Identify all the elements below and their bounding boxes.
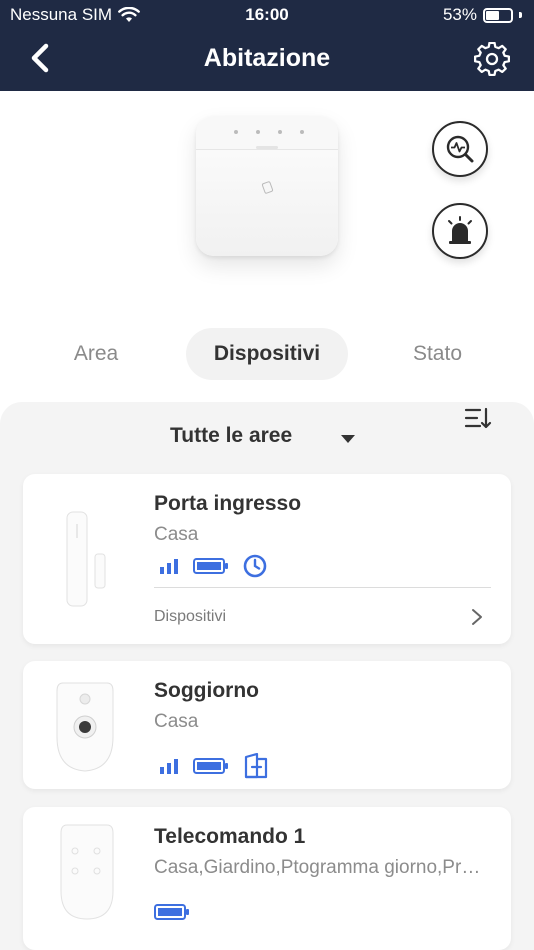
device-name: Soggiorno: [154, 679, 259, 702]
battery-icon: [193, 758, 228, 774]
battery-status: 53%: [443, 5, 522, 25]
tab-stato[interactable]: Stato: [390, 328, 485, 380]
device-area: Casa,Giardino,Ptogramma giorno,Programma…: [154, 857, 484, 878]
door-contact-sensor-image: [66, 511, 106, 607]
area-filter-label[interactable]: Tutte le aree: [170, 424, 292, 448]
battery-icon: [154, 904, 189, 920]
tab-dispositivi[interactable]: Dispositivi: [186, 328, 348, 380]
device-card-telecomando-1[interactable]: Telecomando 1 Casa,Giardino,Ptogramma gi…: [23, 807, 511, 950]
status-bar: Nessuna SIM 16:00 53%: [0, 0, 534, 30]
signal-icon: [160, 559, 178, 574]
signal-icon: [160, 759, 178, 774]
device-area: Casa: [154, 711, 199, 732]
diagnostics-search-icon: [446, 135, 474, 163]
devices-link-label[interactable]: Dispositivi: [154, 608, 226, 626]
diagnostics-button[interactable]: [432, 121, 488, 177]
device-name: Telecomando 1: [154, 825, 306, 848]
siren-button[interactable]: [432, 203, 488, 259]
sort-icon[interactable]: [464, 406, 492, 432]
siren-icon: [448, 216, 472, 244]
clock-icon: [243, 554, 267, 578]
app-header: Nessuna SIM 16:00 53% Abitazione: [0, 0, 534, 91]
zone-door-icon: [244, 753, 268, 779]
battery-percent: 53%: [442, 5, 477, 24]
hub-device-image: [196, 116, 338, 256]
motion-camera-sensor-image: [56, 682, 114, 772]
caret-down-icon[interactable]: [341, 435, 355, 443]
tab-area[interactable]: Area: [46, 328, 146, 380]
battery-icon: [193, 558, 228, 574]
devices-panel: Tutte le aree Porta ingresso Casa Dispos…: [0, 402, 534, 950]
view-tabs: Area Dispositivi Stato: [0, 328, 534, 380]
remote-keyfob-image: [60, 824, 114, 920]
device-name: Porta ingresso: [154, 492, 302, 515]
chevron-right-icon[interactable]: [471, 608, 483, 626]
device-card-soggiorno[interactable]: Soggiorno Casa: [23, 661, 511, 789]
device-card-porta-ingresso[interactable]: Porta ingresso Casa Dispositivi: [23, 474, 511, 644]
battery-indicator-icon: [483, 7, 513, 23]
device-area: Casa: [154, 524, 199, 545]
gear-icon[interactable]: [474, 42, 510, 78]
page-title: Abitazione: [203, 44, 331, 72]
